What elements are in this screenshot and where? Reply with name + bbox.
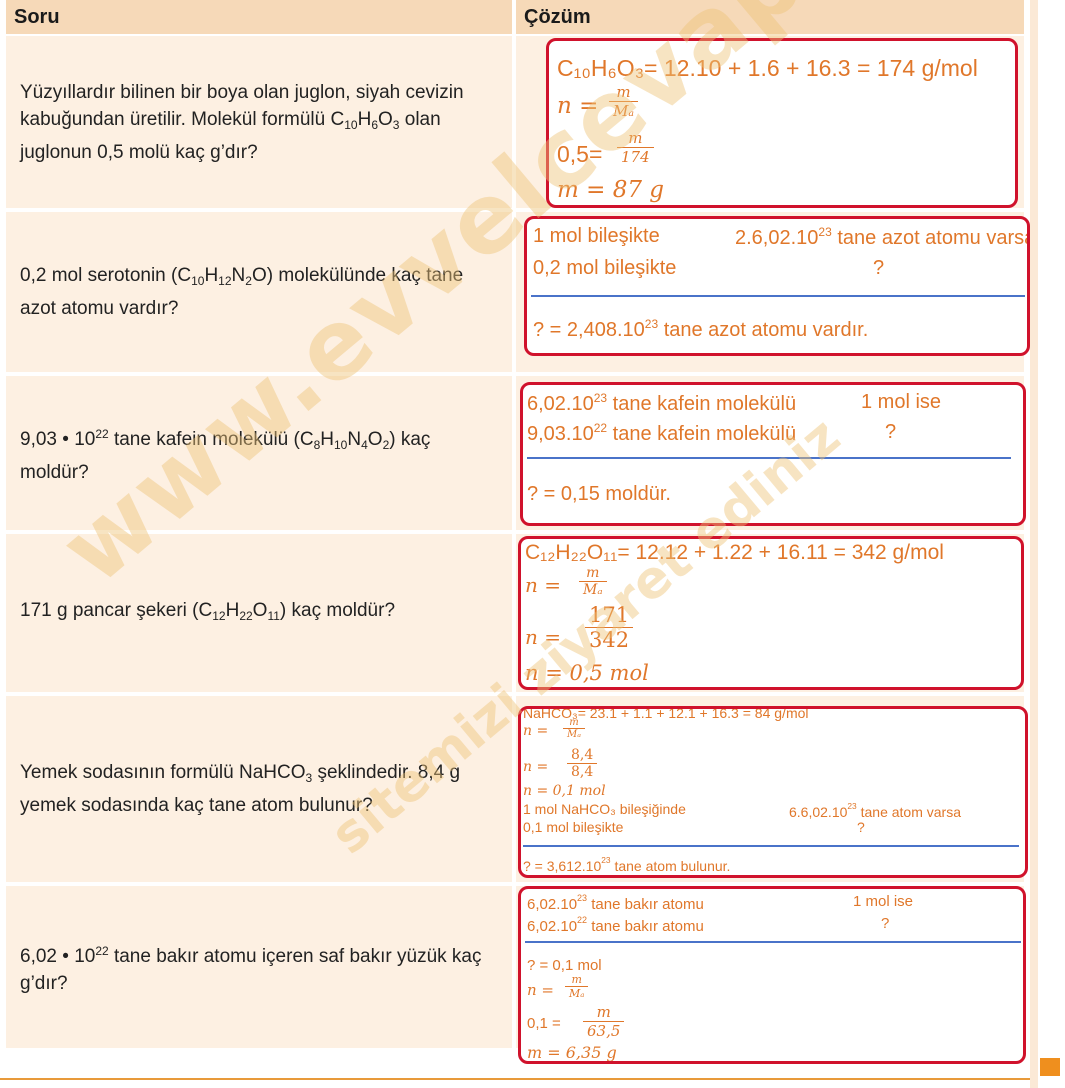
table-row: 6,02 • 1022 tane bakır atomu içeren saf … — [6, 886, 1026, 1064]
page-bottom-rule — [0, 1078, 1030, 1080]
question-text: 0,2 mol serotonin (C10H12N2O) molekülünd… — [20, 265, 464, 319]
proportion-line-1-right: 6.6,02.1023 tane atom varsa — [789, 801, 961, 820]
solution-box: 1 mol bileşikte 2.6,02.1023 tane azot at… — [524, 216, 1030, 356]
page-corner-marker — [1040, 1058, 1060, 1076]
right-edge-strip — [1030, 0, 1038, 1088]
question-text: 6,02 • 1022 tane bakır atomu içeren saf … — [20, 943, 482, 994]
intermediate-result: ? = 0,1 mol — [527, 957, 602, 974]
proportion-line-1-left: 6,02.1023 tane kafein molekülü — [527, 391, 797, 415]
proportion-line-2-right: ? — [881, 915, 890, 932]
result-line: m = 87 g — [557, 177, 665, 203]
proportion-line-1-right: 2.6,02.1023 tane azot atomu varsa — [735, 225, 1030, 249]
solution-cell: 6,02.1023 tane kafein molekülü 1 mol ise… — [516, 376, 1026, 530]
proportion-line-1-right: 1 mol ise — [853, 893, 914, 910]
proportion-line-1-left: 1 mol NaHCO₃ bileşiğinde — [523, 801, 686, 817]
equation-label: n = — [523, 759, 549, 775]
fraction: m Mₐ — [563, 717, 585, 740]
proportion-line-2-left: 0,1 mol bileşikte — [523, 819, 624, 835]
solution-box: NaHCO₃= 23.1 + 1.1 + 12.1 + 16.3 = 84 g/… — [518, 706, 1028, 878]
solution-box: C₁₂H₂₂O₁₁= 12.12 + 1.22 + 16.11 = 342 g/… — [518, 536, 1024, 690]
question-cell: Yüzyıllardır bilinen bir boya olan juglo… — [6, 36, 512, 208]
result-line: ? = 3,612.1023 tane atom bulunur. — [523, 855, 731, 874]
solution-box: 6,02.1023 tane kafein molekülü 1 mol ise… — [520, 382, 1026, 526]
value-equation: 0,1 = — [527, 1015, 561, 1032]
value-equation: 0,5= — [557, 141, 603, 167]
solution-box: 6,02.1023 tane bakır atomu 1 mol ise 6,0… — [518, 886, 1026, 1064]
fraction: m Mₐ — [565, 973, 589, 1000]
divider — [531, 295, 1025, 297]
formula-line: C₁₀H₆O₃= 12.10 + 1.6 + 16.3 = 174 g/mol — [557, 55, 978, 81]
solution-cell: NaHCO₃= 23.1 + 1.1 + 12.1 + 16.3 = 84 g/… — [516, 696, 1028, 882]
proportion-line-2-left: 0,2 mol bileşikte — [533, 257, 677, 279]
fraction: 171 342 — [585, 603, 634, 652]
proportion-line-2-left: 9,03.1022 tane kafein molekülü — [527, 421, 797, 445]
solution-cell: 6,02.1023 tane bakır atomu 1 mol ise 6,0… — [516, 886, 1026, 1064]
solution-cell: 1 mol bileşikte 2.6,02.1023 tane azot at… — [516, 212, 1030, 372]
result-line: ? = 0,15 moldür. — [527, 483, 671, 505]
result-line: m = 6,35 g — [527, 1043, 617, 1062]
question-text: 171 g pancar şekeri (C12H22O11) kaç mold… — [20, 599, 396, 623]
equation-label: n = — [523, 723, 549, 739]
table-row: 9,03 • 1022 tane kafein molekülü (C8H10N… — [6, 376, 1026, 530]
equation-label: n = — [527, 981, 554, 999]
fraction: 8,4 8,4 — [567, 747, 598, 780]
proportion-line-2-right: ? — [873, 257, 885, 279]
header-question: Soru — [6, 0, 512, 34]
table-row: Yüzyıllardır bilinen bir boya olan juglo… — [6, 36, 1024, 208]
divider — [523, 845, 1019, 847]
solution-box: C₁₀H₆O₃= 12.10 + 1.6 + 16.3 = 174 g/mol … — [546, 38, 1018, 208]
question-text: Yemek sodasının formülü NaHCO3 şeklinded… — [20, 762, 461, 816]
result-line: n = 0,5 mol — [525, 661, 649, 685]
table-row: Yemek sodasının formülü NaHCO3 şeklinded… — [6, 696, 1028, 882]
question-cell: Yemek sodasının formülü NaHCO3 şeklinded… — [6, 696, 512, 882]
question-cell: 9,03 • 1022 tane kafein molekülü (C8H10N… — [6, 376, 512, 530]
fraction: m 63,5 — [583, 1003, 625, 1040]
question-text: Yüzyıllardır bilinen bir boya olan juglo… — [20, 81, 464, 163]
proportion-line-2-right: ? — [857, 819, 865, 835]
question-cell: 171 g pancar şekeri (C12H22O11) kaç mold… — [6, 534, 512, 692]
question-cell: 0,2 mol serotonin (C10H12N2O) molekülünd… — [6, 212, 512, 372]
table-row: 171 g pancar şekeri (C12H22O11) kaç mold… — [6, 534, 1024, 692]
proportion-line-2-right: ? — [885, 421, 897, 443]
fraction: m Mₐ — [579, 565, 607, 598]
result-line: n = 0,1 mol — [523, 783, 606, 799]
formula-line: C₁₂H₂₂O₁₁= 12.12 + 1.22 + 16.11 = 342 g/… — [525, 541, 944, 564]
question-cell: 6,02 • 1022 tane bakır atomu içeren saf … — [6, 886, 512, 1048]
proportion-line-2-left: 6,02.1022 tane bakır atomu — [527, 915, 704, 935]
proportion-line-1-left: 1 mol bileşikte — [533, 225, 660, 247]
fraction: m 174 — [617, 129, 654, 166]
proportion-line-1-left: 6,02.1023 tane bakır atomu — [527, 893, 704, 913]
table-row: 0,2 mol serotonin (C10H12N2O) molekülünd… — [6, 212, 1030, 372]
proportion-line-1-right: 1 mol ise — [861, 391, 942, 413]
equation-label: n = — [557, 93, 599, 119]
header-solution: Çözüm — [516, 0, 1024, 34]
fraction: m Mₐ — [609, 83, 638, 120]
equation-label: n = — [525, 625, 561, 649]
equation-label: n = — [525, 573, 561, 597]
solution-cell: C₁₂H₂₂O₁₁= 12.12 + 1.22 + 16.11 = 342 g/… — [516, 534, 1024, 692]
question-text: 9,03 • 1022 tane kafein molekülü (C8H10N… — [20, 426, 431, 483]
divider — [527, 457, 1011, 459]
result-line: ? = 2,408.1023 tane azot atomu vardır. — [533, 317, 869, 341]
divider — [525, 941, 1021, 943]
solution-cell: C₁₀H₆O₃= 12.10 + 1.6 + 16.3 = 174 g/mol … — [516, 36, 1024, 208]
